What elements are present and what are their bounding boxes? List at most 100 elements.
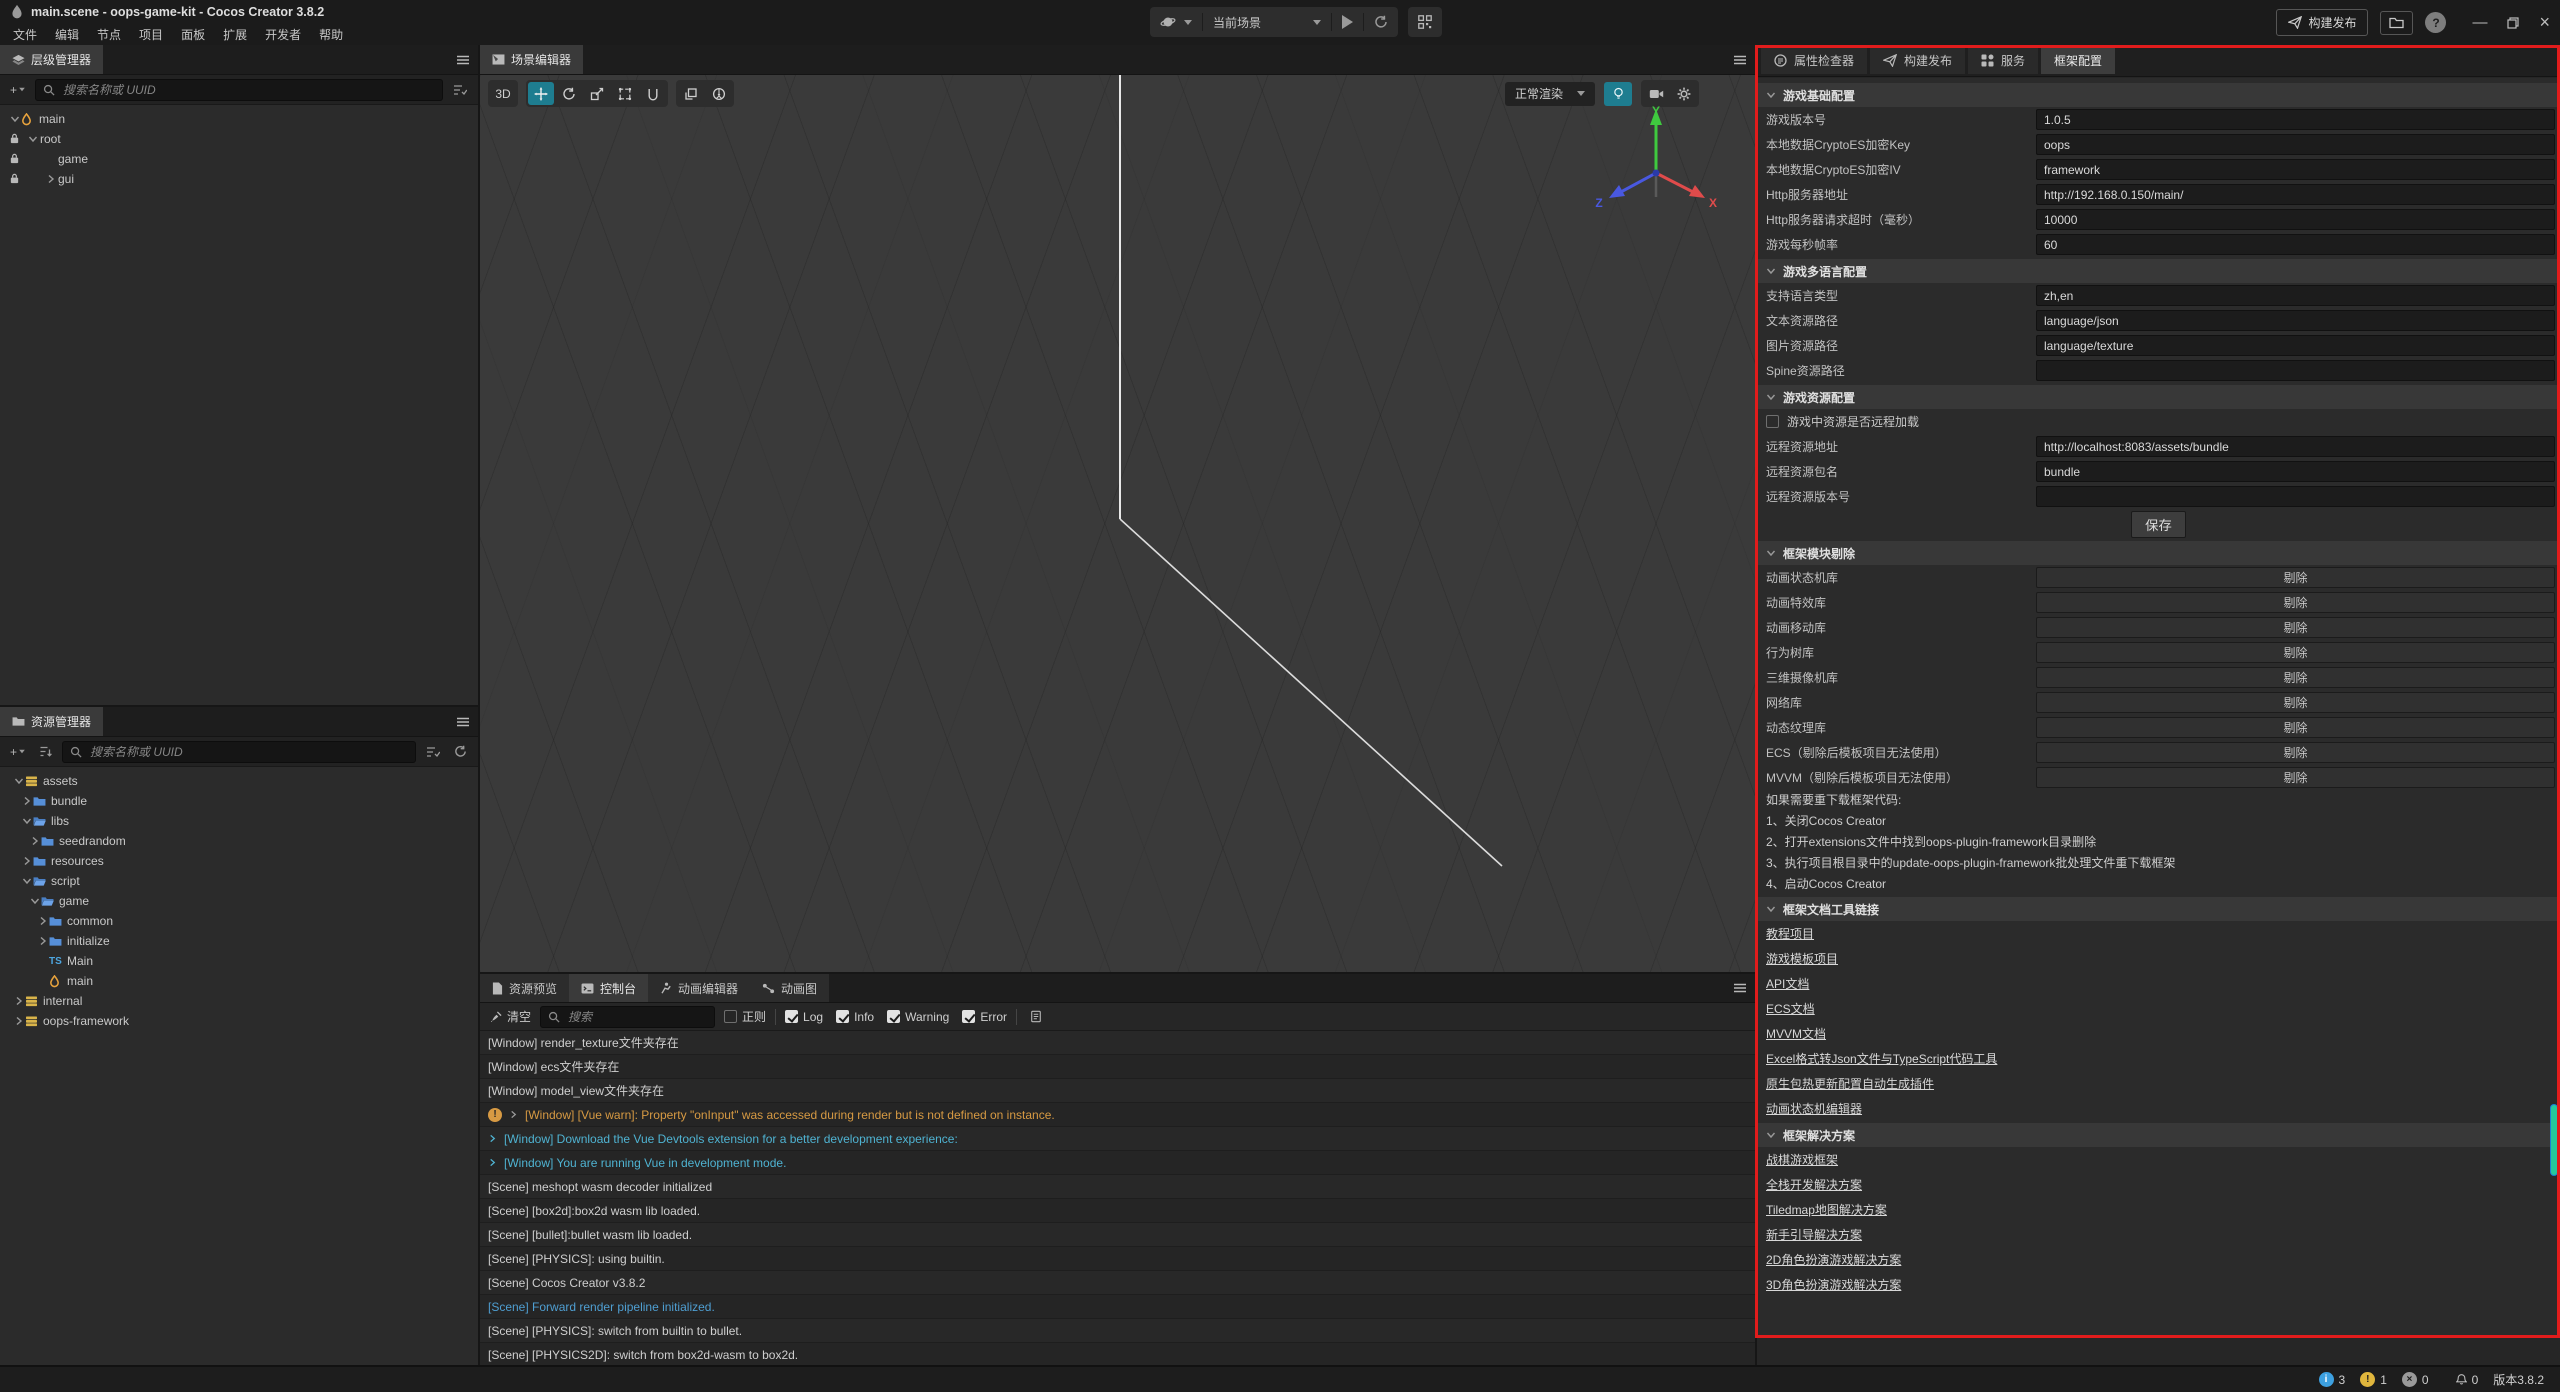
menu-item-2[interactable]: 节点 xyxy=(88,24,130,45)
hierarchy-filter-button[interactable] xyxy=(450,80,470,100)
lock-icon[interactable] xyxy=(9,133,20,144)
trim-button[interactable]: 剔除 xyxy=(2036,667,2555,688)
log-expander-icon[interactable] xyxy=(509,1110,518,1119)
pivot-mode-button[interactable] xyxy=(678,82,704,105)
tree-expander-icon[interactable] xyxy=(20,796,33,806)
regex-checkbox[interactable] xyxy=(724,1010,737,1023)
section-header-3[interactable]: 框架模块剔除 xyxy=(1757,541,2560,565)
tree-node-assets[interactable]: assets xyxy=(0,771,478,791)
tree-expander-icon[interactable] xyxy=(28,896,41,906)
tree-node-libs[interactable]: libs xyxy=(0,811,478,831)
tree-node-gui[interactable]: gui xyxy=(0,169,478,189)
field-input[interactable] xyxy=(2036,310,2555,331)
console-search-input[interactable] xyxy=(566,1009,707,1025)
tree-expander-icon[interactable] xyxy=(44,174,57,184)
create-asset-button[interactable]: + xyxy=(8,742,28,762)
field-input[interactable] xyxy=(2036,234,2555,255)
build-publish-button[interactable]: 构建发布 xyxy=(2276,9,2368,36)
console-menu-button[interactable] xyxy=(1725,974,1755,1002)
lock-icon[interactable] xyxy=(9,153,20,164)
assets-filter-button[interactable] xyxy=(423,742,443,762)
rotate-tool-button[interactable] xyxy=(556,82,582,105)
tab-file[interactable]: 资源预览 xyxy=(480,974,569,1002)
error-log-counter[interactable]: × 0 xyxy=(2402,1372,2429,1387)
warning-checkbox[interactable] xyxy=(887,1010,900,1023)
field-input[interactable] xyxy=(2036,159,2555,180)
maximize-button[interactable] xyxy=(2507,17,2519,29)
menu-item-6[interactable]: 开发者 xyxy=(256,24,310,45)
preview-platform-dropdown[interactable] xyxy=(1150,7,1202,37)
doc-link[interactable]: API文档 xyxy=(1766,975,1809,992)
preview-qr-button[interactable] xyxy=(1408,7,1442,37)
tree-node-script[interactable]: script xyxy=(0,871,478,891)
tab-anim[interactable]: 动画编辑器 xyxy=(648,974,750,1002)
doc-link[interactable]: 新手引导解决方案 xyxy=(1766,1226,1862,1243)
trim-button[interactable]: 剔除 xyxy=(2036,692,2555,713)
tab-hierarchy[interactable]: 层级管理器 xyxy=(0,45,103,74)
close-button[interactable]: × xyxy=(2539,12,2550,33)
doc-link[interactable]: MVVM文档 xyxy=(1766,1025,1826,1042)
menu-item-1[interactable]: 编辑 xyxy=(46,24,88,45)
tree-expander-icon[interactable] xyxy=(8,114,21,124)
tree-node-root[interactable]: root xyxy=(0,129,478,149)
scrollbar-thumb[interactable] xyxy=(2551,1105,2557,1175)
doc-link[interactable]: 动画状态机编辑器 xyxy=(1766,1100,1862,1117)
field-input[interactable] xyxy=(2036,436,2555,457)
tree-node-game[interactable]: game xyxy=(0,891,478,911)
menu-item-7[interactable]: 帮助 xyxy=(310,24,352,45)
menu-item-5[interactable]: 扩展 xyxy=(214,24,256,45)
trim-button[interactable]: 剔除 xyxy=(2036,617,2555,638)
coordinate-mode-button[interactable] xyxy=(706,82,732,105)
section-collapse-icon[interactable] xyxy=(1766,90,1776,100)
filter-log[interactable]: Log xyxy=(785,1010,823,1024)
field-input[interactable] xyxy=(2036,461,2555,482)
filter-warning[interactable]: Warning xyxy=(887,1010,949,1024)
warning-log-counter[interactable]: ! 1 xyxy=(2360,1372,2387,1387)
section-collapse-icon[interactable] xyxy=(1766,266,1776,276)
notification-counter[interactable]: 0 xyxy=(2456,1373,2479,1387)
log-row-3[interactable]: ![Window] [Vue warn]: Property "onInput"… xyxy=(480,1103,1755,1127)
play-button[interactable] xyxy=(1332,7,1363,37)
section-collapse-icon[interactable] xyxy=(1766,1130,1776,1140)
doc-link[interactable]: 教程项目 xyxy=(1766,925,1814,942)
info-checkbox[interactable] xyxy=(836,1010,849,1023)
field-input[interactable] xyxy=(2036,285,2555,306)
section-header-5[interactable]: 框架解决方案 xyxy=(1757,1123,2560,1147)
doc-link[interactable]: Excel格式转Json文件与TypeScript代码工具 xyxy=(1766,1050,1997,1067)
inspector-tab-3[interactable]: 框架配置 xyxy=(2041,48,2115,74)
doc-link[interactable]: 2D角色扮演游戏解决方案 xyxy=(1766,1251,1901,1268)
scene-menu-button[interactable] xyxy=(1725,45,1755,74)
minimize-button[interactable]: — xyxy=(2472,14,2487,31)
tree-expander-icon[interactable] xyxy=(36,936,49,946)
tree-node-seedrandom[interactable]: seedrandom xyxy=(0,831,478,851)
tree-expander-icon[interactable] xyxy=(20,876,33,886)
assets-refresh-button[interactable] xyxy=(450,742,470,762)
field-input[interactable] xyxy=(2036,335,2555,356)
tree-node-game[interactable]: game xyxy=(0,149,478,169)
section-header-4[interactable]: 框架文档工具链接 xyxy=(1757,897,2560,921)
menu-item-0[interactable]: 文件 xyxy=(4,24,46,45)
trim-button[interactable]: 剔除 xyxy=(2036,767,2555,788)
inspector-tab-2[interactable]: 服务 xyxy=(1968,48,2038,74)
log-row-4[interactable]: [Window] Download the Vue Devtools exten… xyxy=(480,1127,1755,1151)
log-expander-icon[interactable] xyxy=(488,1134,497,1143)
lock-icon[interactable] xyxy=(9,173,20,184)
trim-button[interactable]: 剔除 xyxy=(2036,742,2555,763)
assets-menu-button[interactable] xyxy=(448,707,478,736)
hierarchy-search-input[interactable] xyxy=(61,82,435,98)
tree-node-main[interactable]: main xyxy=(0,109,478,129)
regex-toggle[interactable]: 正则 xyxy=(724,1008,766,1025)
doc-link[interactable]: 战棋游戏框架 xyxy=(1766,1151,1838,1168)
scene-viewport[interactable]: 3D xyxy=(480,75,1755,972)
doc-link[interactable]: Tiledmap地图解决方案 xyxy=(1766,1201,1887,1218)
doc-link[interactable]: 全栈开发解决方案 xyxy=(1766,1176,1862,1193)
save-button[interactable]: 保存 xyxy=(2131,511,2186,538)
tab-assets[interactable]: 资源管理器 xyxy=(0,707,103,736)
tree-expander-icon[interactable] xyxy=(20,816,33,826)
section-header-1[interactable]: 游戏多语言配置 xyxy=(1757,259,2560,283)
hierarchy-menu-button[interactable] xyxy=(448,45,478,74)
trim-button[interactable]: 剔除 xyxy=(2036,717,2555,738)
tree-node-bundle[interactable]: bundle xyxy=(0,791,478,811)
menu-item-3[interactable]: 项目 xyxy=(130,24,172,45)
tab-graph[interactable]: 动画图 xyxy=(750,974,829,1002)
